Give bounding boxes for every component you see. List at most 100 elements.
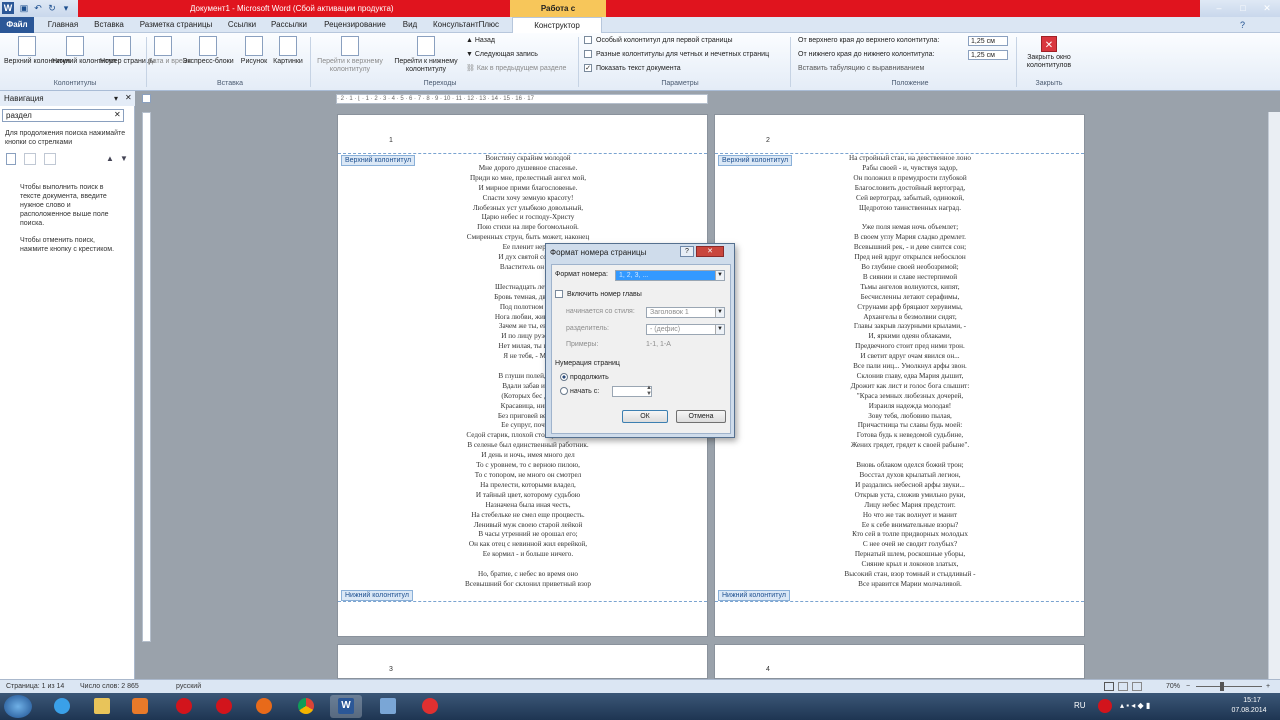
quick-parts-button[interactable]: Экспресс-блоки: [180, 36, 236, 66]
pages-view-icon[interactable]: [24, 153, 36, 165]
chapter-style-dropdown-icon[interactable]: ▼: [715, 308, 724, 317]
minimize-icon[interactable]: –: [1212, 2, 1226, 14]
picture-button[interactable]: Рисунок: [238, 36, 270, 66]
tab-references[interactable]: Ссылки: [222, 17, 262, 33]
continue-radio[interactable]: [560, 373, 568, 381]
taskbar-media[interactable]: [124, 695, 156, 718]
option-odd-even[interactable]: Разные колонтитулы для четных и нечетных…: [584, 50, 769, 60]
pane-menu-icon[interactable]: ▾: [114, 94, 118, 103]
ruler-tab-selector[interactable]: [142, 94, 151, 103]
zoom-in-icon[interactable]: +: [1266, 680, 1270, 693]
include-chapter-checkbox[interactable]: [555, 290, 563, 298]
header-distance-spinner[interactable]: 1,25 см: [968, 36, 1008, 46]
page-count-status[interactable]: Страница: 1 из 14: [6, 680, 64, 693]
continue-option[interactable]: продолжить: [560, 373, 609, 381]
customize-qat-icon[interactable]: ▾: [60, 2, 72, 14]
navigation-search-input[interactable]: раздел: [2, 109, 124, 122]
close-icon[interactable]: ✕: [1260, 2, 1274, 14]
first-page-checkbox[interactable]: [584, 36, 592, 45]
clock-date[interactable]: 07.08.2014: [1224, 707, 1274, 714]
tray-record-icon[interactable]: [1098, 699, 1112, 713]
taskbar-firefox[interactable]: [248, 695, 280, 718]
tab-consultant[interactable]: КонсультантПлюс: [428, 17, 504, 33]
tab-view[interactable]: Вид: [396, 17, 424, 33]
page-3[interactable]: [337, 644, 708, 679]
date-time-button[interactable]: Дата и время: [148, 36, 191, 66]
ok-button[interactable]: ОК: [622, 410, 668, 423]
separator-select[interactable]: - (дефис): [646, 324, 725, 335]
close-header-footer-button[interactable]: ✕ Закрыть окно колонтитулов: [1020, 36, 1078, 70]
clipart-button[interactable]: Картинки: [270, 36, 306, 66]
option-show-text[interactable]: ✓ Показать текст документа: [584, 64, 681, 74]
odd-even-checkbox[interactable]: [584, 50, 592, 59]
include-chapter-option[interactable]: Включить номер главы: [555, 290, 642, 298]
zoom-slider-thumb[interactable]: [1220, 682, 1224, 691]
zoom-slider[interactable]: [1196, 686, 1262, 687]
tab-insert[interactable]: Вставка: [88, 17, 130, 33]
clock-time[interactable]: 15:17: [1232, 697, 1272, 704]
format-dropdown-icon[interactable]: ▼: [715, 271, 724, 280]
start-button[interactable]: [4, 695, 32, 718]
input-language[interactable]: RU: [1074, 701, 1086, 710]
option-first-page[interactable]: Особый колонтитул для первой страницы: [584, 36, 733, 46]
footer-distance-spinner[interactable]: 1,25 см: [968, 50, 1008, 60]
taskbar-ie[interactable]: [46, 695, 78, 718]
maximize-icon[interactable]: □: [1236, 2, 1250, 14]
redo-icon[interactable]: ↻: [46, 2, 58, 14]
web-layout-icon[interactable]: [1132, 682, 1142, 691]
prev-result-icon[interactable]: ▲: [106, 154, 114, 163]
insert-align-tab-button[interactable]: Вставить табуляцию с выравниванием: [798, 64, 924, 74]
show-text-checkbox[interactable]: ✓: [584, 64, 592, 73]
help-icon[interactable]: ?: [1240, 20, 1245, 30]
save-icon[interactable]: ▣: [18, 2, 30, 14]
cancel-button[interactable]: Отмена: [676, 410, 726, 423]
taskbar-chrome[interactable]: [290, 695, 322, 718]
full-screen-icon[interactable]: [1118, 682, 1128, 691]
language-status[interactable]: русский: [176, 680, 201, 693]
start-at-radio[interactable]: [560, 387, 568, 395]
word-app-icon[interactable]: W: [2, 2, 14, 14]
zoom-out-icon[interactable]: −: [1186, 680, 1190, 693]
start-at-spinner-icon[interactable]: ▲ ▼: [646, 385, 652, 397]
link-to-previous-button[interactable]: ⛓ Как в предыдущем разделе: [466, 64, 566, 74]
undo-icon[interactable]: ↶: [32, 2, 44, 14]
results-view-icon[interactable]: [44, 153, 56, 165]
tab-home[interactable]: Главная: [40, 17, 86, 33]
tab-file[interactable]: Файл: [0, 17, 34, 33]
vertical-ruler[interactable]: [142, 112, 151, 642]
taskbar-word[interactable]: W: [330, 695, 362, 718]
vertical-scrollbar[interactable]: [1268, 112, 1280, 679]
taskbar-opera-2[interactable]: [208, 695, 240, 718]
goto-footer-button[interactable]: Перейти к нижнему колонтитулу: [388, 36, 464, 74]
taskbar-app[interactable]: [372, 695, 404, 718]
dialog-help-icon[interactable]: ?: [680, 246, 694, 257]
next-result-icon[interactable]: ▼: [120, 154, 128, 163]
headings-view-icon[interactable]: [6, 153, 16, 165]
goto-header-button[interactable]: Перейти к верхнему колонтитулу: [312, 36, 388, 74]
page-number-button[interactable]: Номер страницы: [100, 36, 155, 66]
tab-page-layout[interactable]: Разметка страницы: [136, 17, 216, 33]
tab-mailings[interactable]: Рассылки: [266, 17, 312, 33]
chapter-style-select[interactable]: Заголовок 1: [646, 307, 725, 318]
dialog-close-icon[interactable]: ✕: [696, 246, 724, 257]
taskbar-opera-1[interactable]: [168, 695, 200, 718]
tab-design[interactable]: Конструктор: [512, 17, 602, 33]
previous-button[interactable]: ▲ Назад: [466, 36, 495, 46]
word-count-status[interactable]: Число слов: 2 865: [80, 680, 139, 693]
page-4[interactable]: [714, 644, 1085, 679]
header-button[interactable]: Верхний колонтитул: [4, 36, 70, 66]
footer-button[interactable]: Нижний колонтитул: [52, 36, 116, 66]
tray-icons[interactable]: ▴ ▪ ◂ ◆ ▮: [1120, 701, 1150, 710]
format-select[interactable]: 1, 2, 3, ...: [615, 270, 725, 281]
next-button[interactable]: ▼ Следующая запись: [466, 50, 538, 60]
taskbar-recorder[interactable]: [414, 695, 446, 718]
right-page-text[interactable]: На стройный стан, на девственное лоно Раб…: [810, 154, 1010, 594]
print-layout-icon[interactable]: [1104, 682, 1114, 691]
tab-review[interactable]: Рецензирование: [318, 17, 392, 33]
start-at-option[interactable]: начать с:: [560, 387, 599, 395]
horizontal-ruler[interactable]: · 2 · 1 · ⌊ · 1 · 2 · 3 · 4 · 5 · 6 · 7 …: [336, 94, 708, 104]
pane-close-icon[interactable]: ✕: [125, 93, 132, 102]
zoom-level[interactable]: 70%: [1166, 680, 1180, 693]
separator-dropdown-icon[interactable]: ▼: [715, 325, 724, 334]
taskbar-explorer[interactable]: [86, 695, 118, 718]
